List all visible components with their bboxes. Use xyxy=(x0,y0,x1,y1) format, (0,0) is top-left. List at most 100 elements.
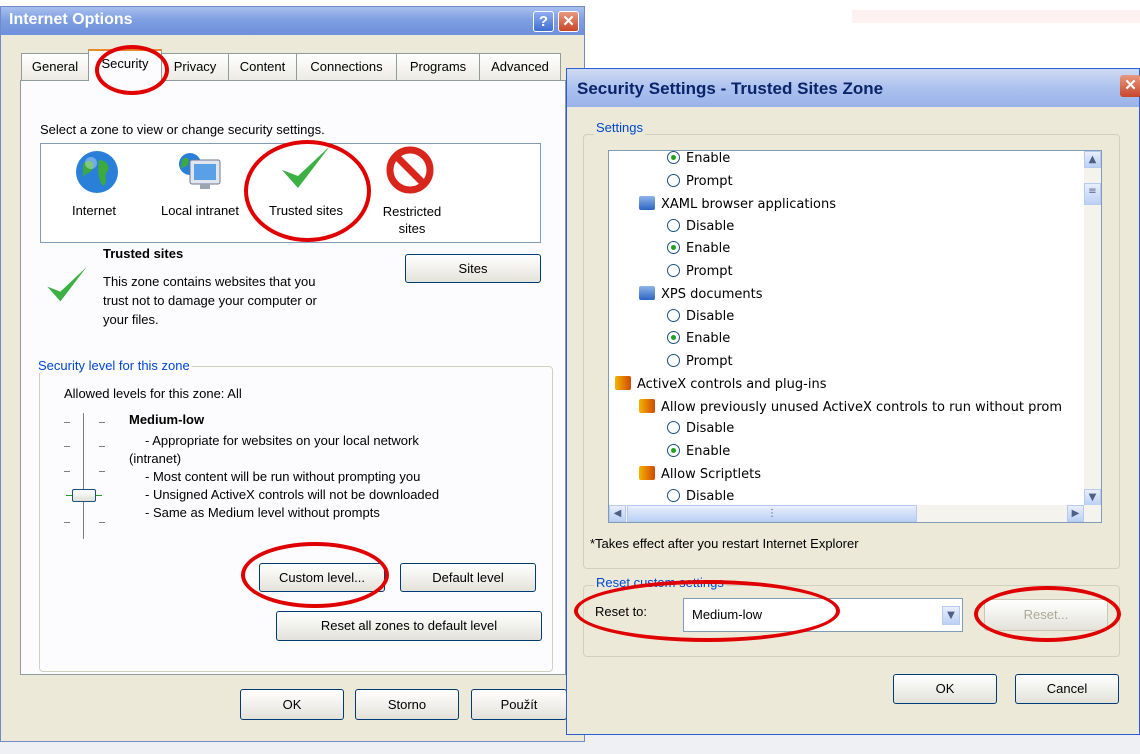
scroll-thumb[interactable]: ≡ xyxy=(1084,183,1101,205)
setting-radio-enable[interactable]: Enable xyxy=(667,331,730,346)
slider-tick xyxy=(64,446,70,447)
zone-label-local-intranet: Local intranet xyxy=(160,203,240,218)
level-desc-line-5: - Same as Medium level without prompts xyxy=(145,505,380,520)
setting-label: Enable xyxy=(686,241,731,256)
close-button[interactable]: ✕ xyxy=(558,11,579,32)
background-strip-top xyxy=(852,10,1140,23)
setting-radio-disable[interactable]: Disable xyxy=(667,308,735,324)
setting-label: Disable xyxy=(686,488,735,504)
scroll-right-icon[interactable]: ▶ xyxy=(1067,505,1084,522)
security-level-name: Medium-low xyxy=(129,412,205,427)
title-bar[interactable]: Security Settings - Trusted Sites Zone ✕ xyxy=(567,69,1140,107)
reset-all-zones-button[interactable]: Reset all zones to default level xyxy=(276,611,542,641)
setting-radio-enable[interactable]: Enable xyxy=(667,241,730,256)
radio-unchecked-icon[interactable] xyxy=(667,421,680,434)
apply-button[interactable]: Použít xyxy=(471,689,567,720)
radio-unchecked-icon[interactable] xyxy=(667,218,680,232)
setting-label: Disable xyxy=(686,218,735,234)
zone-label-restricted-sites: Restricted sites xyxy=(382,204,442,236)
radio-unchecked-icon[interactable] xyxy=(667,173,680,187)
slider-tick xyxy=(64,422,70,423)
setting-radio-enable[interactable]: Enable xyxy=(667,151,730,166)
setting-label: Allow Scriptlets xyxy=(661,467,762,482)
setting-radio-prompt[interactable]: Prompt xyxy=(667,353,733,369)
setting-label: Disable xyxy=(686,421,735,436)
trusted-checkmark-icon xyxy=(47,266,87,302)
setting-radio-disable[interactable]: Disable xyxy=(667,218,735,234)
settings-list[interactable]: Enable Prompt XAML browser applications Dis… xyxy=(608,150,1102,523)
setting-label: XAML browser applications xyxy=(661,197,837,212)
radio-checked-icon[interactable] xyxy=(667,443,680,457)
setting-radio-enable[interactable]: Enable xyxy=(667,443,730,459)
setting-category[interactable]: Allow previously unused ActiveX controls… xyxy=(639,398,1063,415)
help-button[interactable]: ? xyxy=(533,11,554,32)
setting-radio-prompt[interactable]: Prompt xyxy=(667,263,733,279)
settings-icon xyxy=(639,286,655,300)
setting-label: XPS documents xyxy=(661,287,763,302)
globe-icon[interactable] xyxy=(73,148,121,196)
setting-label: Prompt xyxy=(686,173,733,189)
annotation-circle-reset-button xyxy=(974,586,1121,642)
radio-unchecked-icon[interactable] xyxy=(667,488,680,502)
default-level-button[interactable]: Default level xyxy=(400,563,536,592)
tab-content[interactable]: Content xyxy=(228,53,297,80)
zone-prompt: Select a zone to view or change security… xyxy=(40,122,325,137)
radio-checked-icon[interactable] xyxy=(667,331,680,344)
setting-category[interactable]: ActiveX controls and plug-ins xyxy=(615,376,826,392)
sites-button[interactable]: Sites xyxy=(405,254,541,283)
radio-unchecked-icon[interactable] xyxy=(667,308,680,322)
settings-group-title: Settings xyxy=(594,120,645,135)
slider-track-highlight xyxy=(84,413,85,539)
tab-programs[interactable]: Programs xyxy=(396,53,480,80)
monitor-icon[interactable] xyxy=(176,148,226,196)
cancel-button[interactable]: Cancel xyxy=(1015,674,1119,704)
setting-category[interactable]: Allow Scriptlets xyxy=(639,466,761,482)
vertical-scrollbar[interactable]: ▲ ≡ ▼ xyxy=(1084,151,1101,506)
scroll-left-icon[interactable]: ◀ xyxy=(609,505,626,522)
slider-thumb-accent xyxy=(66,495,72,496)
settings-icon xyxy=(639,196,655,210)
setting-label: Disable xyxy=(686,308,735,324)
slider-thumb-accent xyxy=(96,495,102,496)
no-entry-icon[interactable] xyxy=(386,146,434,194)
level-desc-line-4: - Unsigned ActiveX controls will not be … xyxy=(145,487,440,502)
tab-general[interactable]: General xyxy=(21,53,89,80)
setting-radio-prompt[interactable]: Prompt xyxy=(667,173,733,189)
level-desc-line-2: (intranet) xyxy=(129,451,182,466)
setting-radio-disable[interactable]: Disable xyxy=(667,421,734,436)
zone-info-title: Trusted sites xyxy=(103,246,184,261)
slider-tick xyxy=(64,522,70,523)
annotation-circle-custom-level xyxy=(241,542,389,608)
radio-checked-icon[interactable] xyxy=(667,241,680,254)
setting-label: Allow previously unused ActiveX controls… xyxy=(661,399,1063,415)
setting-radio-disable[interactable]: Disable xyxy=(667,488,735,504)
slider-tick xyxy=(64,471,70,472)
annotation-circle-trusted-sites xyxy=(244,140,371,242)
slider-thumb[interactable] xyxy=(72,489,96,502)
storno-button[interactable]: Storno xyxy=(355,689,459,720)
setting-category[interactable]: XAML browser applications xyxy=(639,196,836,212)
scroll-up-icon[interactable]: ▲ xyxy=(1084,151,1101,168)
horizontal-scrollbar[interactable]: ◀ ⋮ ▶ xyxy=(609,505,1101,522)
setting-label: Prompt xyxy=(686,353,733,369)
annotation-circle-reset-to xyxy=(574,580,840,642)
slider-tick xyxy=(99,522,105,523)
annotation-circle-security-tab xyxy=(95,45,169,95)
tab-connections[interactable]: Connections xyxy=(296,53,397,80)
radio-unchecked-icon[interactable] xyxy=(667,353,680,367)
title-bar[interactable]: Internet Options ? ✕ xyxy=(1,7,584,35)
scroll-down-icon[interactable]: ▼ xyxy=(1084,489,1101,506)
hscroll-thumb[interactable]: ⋮ xyxy=(627,505,917,522)
tab-advanced[interactable]: Advanced xyxy=(479,53,561,80)
ok-button[interactable]: OK xyxy=(240,689,344,720)
radio-unchecked-icon[interactable] xyxy=(667,263,680,277)
close-button[interactable]: ✕ xyxy=(1120,75,1140,97)
setting-category[interactable]: XPS documents xyxy=(639,286,763,302)
tab-privacy[interactable]: Privacy xyxy=(161,53,229,80)
zone-label-internet: Internet xyxy=(71,203,117,218)
ok-button[interactable]: OK xyxy=(893,674,997,704)
shield-icon xyxy=(639,398,655,413)
radio-checked-icon[interactable] xyxy=(667,151,680,164)
slider-tick xyxy=(99,471,105,472)
chevron-down-icon[interactable]: ▼ xyxy=(942,606,960,625)
